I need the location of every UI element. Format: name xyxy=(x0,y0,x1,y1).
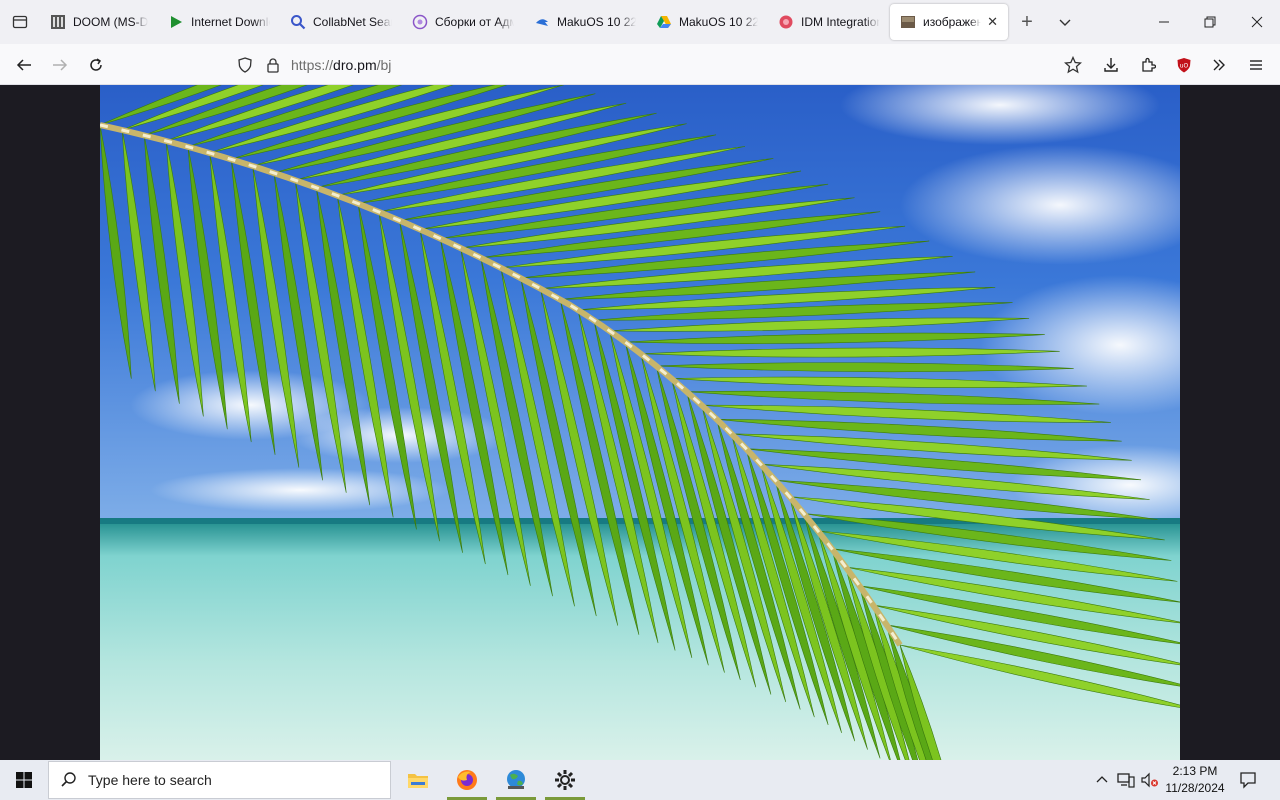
list-all-tabs-button[interactable] xyxy=(1046,0,1084,44)
puzzle-icon xyxy=(1142,57,1156,72)
taskbar-settings[interactable] xyxy=(541,760,589,800)
network-tray-button[interactable] xyxy=(1115,760,1137,800)
double-chevron-right-icon xyxy=(1213,59,1225,71)
downloads-button[interactable] xyxy=(1096,50,1126,80)
tab-title: DOOM (MS-DOS) xyxy=(73,15,148,29)
url-text[interactable]: https://dro.pm/bj xyxy=(291,57,391,73)
close-tab-icon[interactable]: ✕ xyxy=(987,14,998,30)
svg-text:uO: uO xyxy=(1180,63,1189,70)
start-button[interactable] xyxy=(0,760,48,800)
restore-icon xyxy=(1204,16,1216,28)
notification-icon xyxy=(1240,772,1256,789)
tab-title: CollabNet Search xyxy=(313,15,392,29)
windows-logo-icon xyxy=(16,772,32,788)
taskbar-firefox[interactable] xyxy=(443,760,491,800)
firefox-addon-favicon xyxy=(778,14,794,30)
shield-icon[interactable] xyxy=(237,56,253,73)
tab-title: Internet Download Manager xyxy=(191,15,270,29)
forward-button[interactable] xyxy=(45,50,75,80)
tab-bar: DOOM (MS-DOS) Internet Download Manager … xyxy=(0,0,1280,44)
url-host: dro.pm xyxy=(333,56,377,73)
ublock-shield-icon: uO xyxy=(1177,58,1191,73)
download-icon xyxy=(1104,58,1118,72)
bookmark-star-icon[interactable] xyxy=(1064,55,1082,74)
taskbar-file-explorer[interactable] xyxy=(394,760,442,800)
chevron-down-icon xyxy=(1059,19,1071,26)
tab-title: изображение xyxy=(923,15,982,29)
tab-sborki[interactable]: Сборки от Адмира xyxy=(402,4,524,40)
notifications-button[interactable] xyxy=(1233,760,1263,800)
search-icon xyxy=(61,772,76,787)
hamburger-menu-icon xyxy=(1250,60,1262,70)
tab-idm-integration[interactable]: IDM Integration xyxy=(768,4,890,40)
clock-date: 11/28/2024 xyxy=(1165,781,1225,795)
clock-time: 2:13 PM xyxy=(1172,764,1218,778)
volume-muted-icon xyxy=(1141,772,1158,788)
url-protocol: https:// xyxy=(291,56,334,73)
windows-taskbar: Type here to search 2:13 PM 11/28/2024 xyxy=(0,760,1280,800)
reload-icon xyxy=(90,58,102,71)
taskbar-search-box[interactable]: Type here to search xyxy=(48,761,391,799)
play-favicon xyxy=(168,14,184,30)
idm-globe-icon xyxy=(507,770,525,789)
url-path: /bj xyxy=(376,56,392,73)
search-placeholder: Type here to search xyxy=(88,772,212,788)
close-icon xyxy=(1251,16,1263,28)
gear-icon xyxy=(555,770,575,790)
chevron-up-icon xyxy=(1096,776,1108,783)
tab-internet-download[interactable]: Internet Download Manager xyxy=(158,4,280,40)
page-content xyxy=(0,85,1280,760)
close-window-button[interactable] xyxy=(1234,0,1280,44)
minimize-button[interactable] xyxy=(1141,0,1187,44)
tab-title: IDM Integration xyxy=(801,15,880,29)
palm-leaf-beach-illustration xyxy=(100,85,1180,760)
tab-doom[interactable]: DOOM (MS-DOS) xyxy=(40,4,158,40)
firefox-icon xyxy=(457,770,477,790)
url-bar[interactable]: https://dro.pm/bj xyxy=(229,49,1093,80)
arrow-left-icon xyxy=(16,59,31,71)
folder-icon xyxy=(408,774,428,788)
back-button[interactable] xyxy=(9,50,39,80)
ublock-origin-button[interactable]: uO xyxy=(1169,50,1199,80)
purple-favicon xyxy=(412,14,428,30)
arrow-right-icon xyxy=(53,59,68,71)
plus-icon: + xyxy=(1021,10,1033,33)
app-menu-button[interactable] xyxy=(1241,50,1271,80)
new-tab-button[interactable]: + xyxy=(1008,0,1046,44)
network-icon xyxy=(1117,773,1135,788)
show-hidden-icons-button[interactable] xyxy=(1092,760,1112,800)
google-drive-favicon xyxy=(656,14,672,30)
tab-makuos-2[interactable]: MakuOS 10 22H2 xyxy=(646,4,768,40)
tab-title: MakuOS 10 22H2 xyxy=(557,15,636,29)
taskbar-idm[interactable] xyxy=(492,760,540,800)
extensions-button[interactable] xyxy=(1133,50,1163,80)
tab-collabnet[interactable]: CollabNet Search xyxy=(280,4,402,40)
tab-title: Сборки от Адмира xyxy=(435,15,514,29)
navigation-toolbar: https://dro.pm/bj uO xyxy=(0,44,1280,85)
volume-tray-button[interactable] xyxy=(1139,760,1161,800)
doom-favicon xyxy=(50,14,66,30)
more-tools-button[interactable] xyxy=(1204,50,1234,80)
reload-button[interactable] xyxy=(81,50,111,80)
lock-icon[interactable] xyxy=(265,57,281,73)
restore-button[interactable] xyxy=(1187,0,1233,44)
blue-arrow-favicon xyxy=(534,14,550,30)
firefox-view-icon xyxy=(12,15,28,29)
taskbar-clock[interactable]: 2:13 PM 11/28/2024 xyxy=(1160,763,1230,797)
tab-image-active[interactable]: изображение ✕ xyxy=(890,4,1008,40)
minimize-icon xyxy=(1159,21,1169,23)
search-favicon xyxy=(290,14,306,30)
image-favicon xyxy=(900,14,916,30)
palm-leaf-beach-image[interactable] xyxy=(100,85,1180,760)
tab-title: MakuOS 10 22H2 xyxy=(679,15,758,29)
firefox-view-button[interactable] xyxy=(0,0,40,44)
tab-makuos-1[interactable]: MakuOS 10 22H2 xyxy=(524,4,646,40)
